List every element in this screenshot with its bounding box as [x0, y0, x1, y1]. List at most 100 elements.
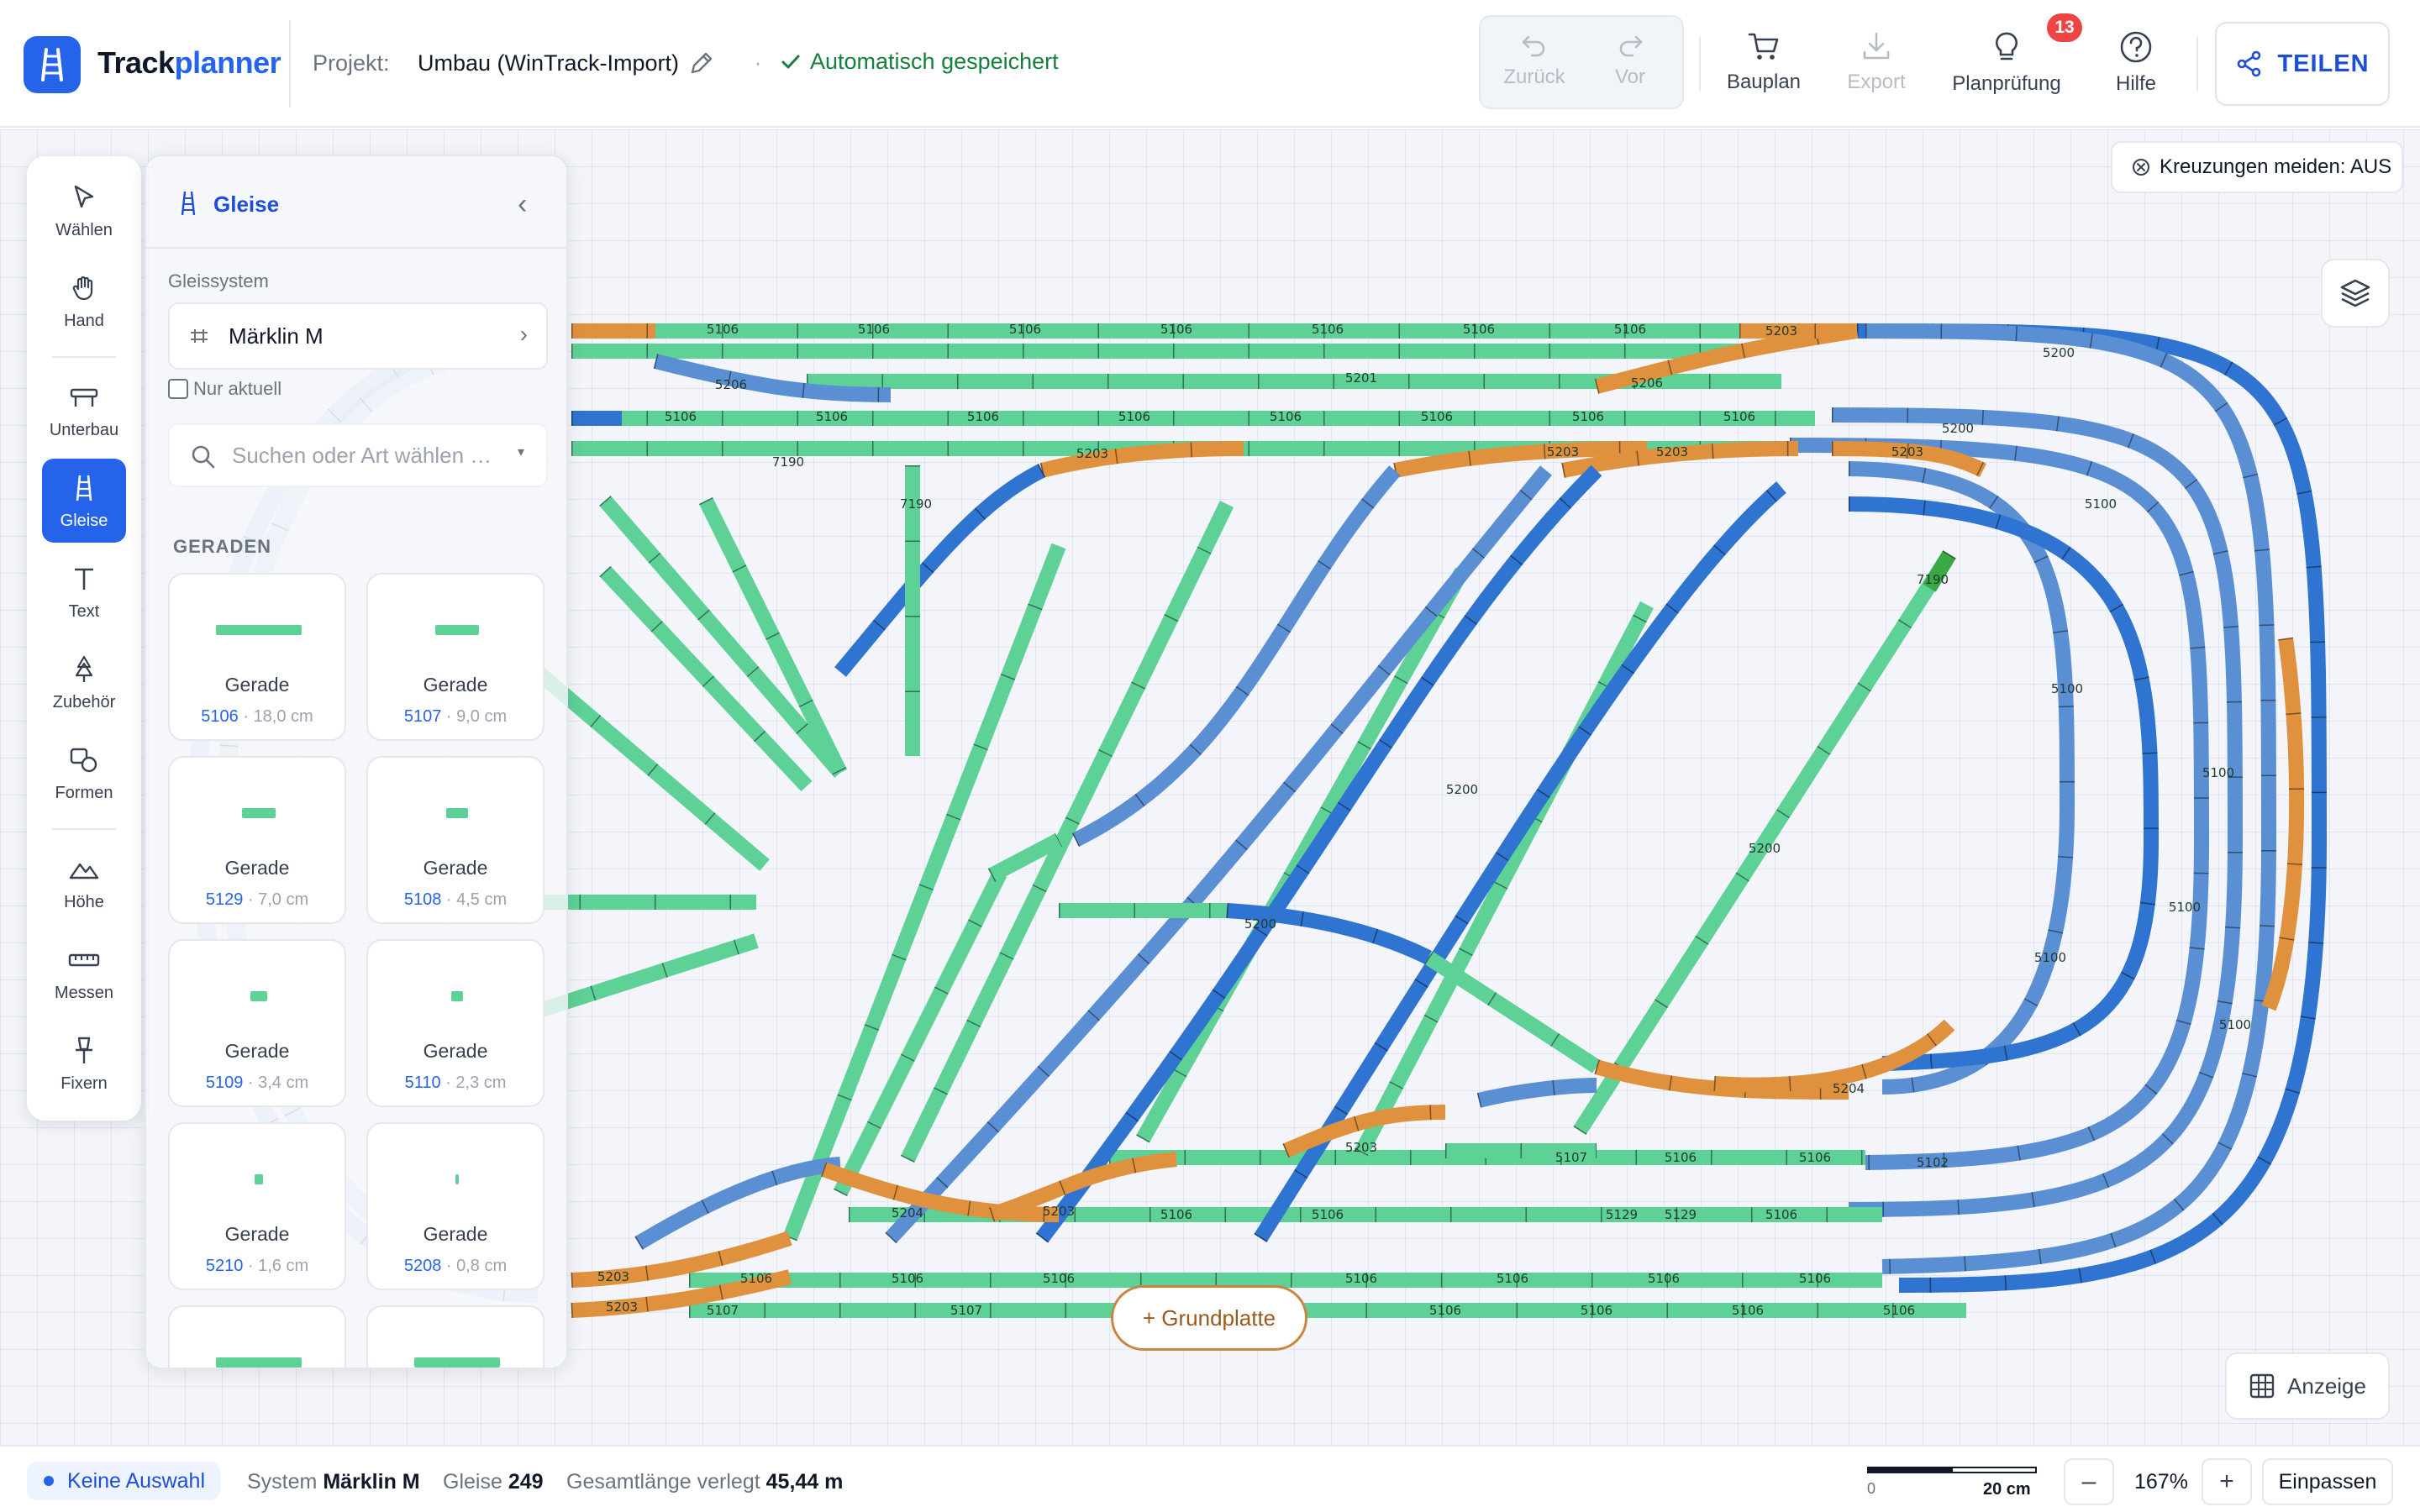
tool-text[interactable]: Text [42, 549, 126, 633]
zoom-in-button[interactable]: + [2202, 1458, 2252, 1505]
track-preview [215, 625, 302, 635]
fit-button[interactable]: Einpassen [2262, 1458, 2393, 1505]
display-label: Anzeige [2287, 1373, 2366, 1399]
track-segment[interactable] [834, 463, 1046, 677]
tool-label: Messen [54, 983, 114, 1002]
height-icon [67, 853, 101, 886]
tool-fixern[interactable]: Fixern [42, 1021, 126, 1105]
checkbox-box[interactable] [168, 379, 188, 399]
tile-number: 5129 [205, 890, 244, 909]
track-tile[interactable]: Gerade 5108 · 4,5 cm [366, 756, 544, 924]
tool-formen[interactable]: Formen [42, 731, 126, 815]
share-button[interactable]: TEILEN [2215, 22, 2390, 106]
separator-dot: · [755, 52, 761, 75]
track-part-number: 5106 [1160, 1207, 1192, 1222]
track-preview [215, 1357, 302, 1368]
divider [52, 356, 116, 358]
track-segment[interactable] [1713, 1019, 1955, 1093]
track-part-number: 5106 [858, 322, 890, 337]
tool-label: Hand [64, 311, 104, 330]
track-segment[interactable] [1848, 496, 2160, 1071]
track-part-number: 5106 [1312, 322, 1344, 337]
track-tile[interactable]: Gerade 5210 · 1,6 cm [168, 1122, 346, 1290]
project-name[interactable]: Umbau (WinTrack-Import) [418, 50, 679, 76]
track-part-number: 5203 [1076, 446, 1108, 461]
brand-suffix: planner [174, 45, 281, 80]
tile-meta-separator: · [247, 1074, 254, 1092]
track-part-number: 5106 [1043, 1271, 1075, 1286]
planpruefung-button[interactable]: Planprüfung [1946, 30, 2067, 96]
add-baseplate-button[interactable]: + Grundplatte [1111, 1285, 1307, 1351]
tile-length: 0,8 cm [456, 1257, 508, 1275]
track-system-select[interactable]: Märklin M › [168, 302, 548, 370]
tool-label: Wählen [55, 220, 113, 239]
track-segment[interactable] [1848, 461, 2075, 1095]
tile-number: 5210 [205, 1257, 244, 1275]
hilfe-label: Hilfe [2115, 72, 2156, 95]
caret-down-icon[interactable]: ▾ [518, 444, 524, 460]
undo-button[interactable]: Zurück [1501, 32, 1568, 89]
track-tile[interactable]: Gerade 5109 · 3,4 cm [168, 939, 346, 1107]
tool-hoehe[interactable]: Höhe [42, 840, 126, 924]
track-count: Gleise 249 [443, 1470, 544, 1494]
close-circle-icon [2133, 159, 2149, 176]
track-segment[interactable] [989, 1152, 1177, 1222]
track-tile[interactable]: Gerade 5208 · 0,8 cm [366, 1122, 544, 1290]
tool-rail: Wählen Hand Unterbau Gleise Text Zubehör… [27, 156, 141, 1121]
only-current-label: Nur aktuell [193, 378, 282, 399]
tile-number: 5106 [201, 707, 239, 726]
tool-waehlen[interactable]: Wählen [42, 168, 126, 252]
tile-number: 5208 [403, 1257, 442, 1275]
track-tile[interactable]: Gerade 5129 · 7,0 cm [168, 756, 346, 924]
avoid-crossings-toggle[interactable]: Kreuzungen meiden: AUS [2111, 141, 2403, 193]
redo-label: Vor [1614, 66, 1646, 88]
tool-unterbau[interactable]: Unterbau [42, 368, 126, 452]
hilfe-button[interactable]: Hilfe [2096, 30, 2176, 96]
tool-zubehoer[interactable]: Zubehör [42, 640, 126, 724]
track-part-number: 5106 [1614, 322, 1646, 337]
tile-meta-separator: · [247, 890, 254, 909]
pencil-icon[interactable] [687, 49, 716, 77]
track-part-number: 5106 [1160, 322, 1192, 337]
track-tile[interactable] [366, 1305, 544, 1368]
track-part-number: 5203 [1547, 444, 1579, 459]
track-preview [434, 625, 480, 635]
divider [52, 828, 116, 830]
track-part-number: 5106 [1463, 322, 1495, 337]
tile-meta: 5109 · 3,4 cm [170, 1074, 345, 1093]
cart-icon [1748, 33, 1779, 60]
tool-messen[interactable]: Messen [42, 931, 126, 1015]
track-part-number: 5106 [1497, 1271, 1528, 1286]
chevron-left-icon[interactable]: ‹ [518, 188, 527, 221]
only-current-checkbox[interactable]: Nur aktuell [168, 378, 281, 400]
system-value: Märklin M [229, 323, 324, 349]
tool-gleise[interactable]: Gleise [42, 459, 126, 543]
track-tile[interactable]: Gerade 5110 · 2,3 cm [366, 939, 544, 1107]
track-part-number: 7190 [772, 454, 804, 470]
track-search-input[interactable]: Suchen oder Art wählen … ▾ [168, 423, 548, 487]
track-part-number: 5106 [707, 322, 739, 337]
track-part-number: 5106 [1572, 409, 1604, 424]
redo-button[interactable]: Vor [1597, 32, 1664, 89]
tile-name: Gerade [423, 1223, 488, 1245]
track-part-number: 7190 [1917, 572, 1949, 587]
download-icon [1863, 32, 1890, 60]
zoom-out-button[interactable]: – [2064, 1458, 2114, 1505]
track-count-label: Gleise [443, 1470, 502, 1494]
check-icon [781, 55, 800, 68]
track-part-number: 5200 [1446, 782, 1478, 797]
track-segment[interactable] [1424, 951, 1601, 1074]
track-segment[interactable] [1476, 1078, 1597, 1108]
track-part-number: 5203 [1656, 444, 1688, 459]
track-tile[interactable]: Gerade 5107 · 9,0 cm [366, 573, 544, 741]
bauplan-button[interactable]: Bauplan [1719, 30, 1808, 94]
selection-status: Keine Auswahl [27, 1462, 221, 1500]
track-part-number: 5106 [816, 409, 848, 424]
display-button[interactable]: Anzeige [2225, 1352, 2390, 1420]
export-button[interactable]: Export [1832, 30, 1921, 94]
track-part-number: 5106 [1270, 409, 1302, 424]
layers-button[interactable] [2321, 259, 2390, 328]
track-tile[interactable]: Gerade 5106 · 18,0 cm [168, 573, 346, 741]
tool-hand[interactable]: Hand [42, 259, 126, 343]
track-tile[interactable] [168, 1305, 346, 1368]
